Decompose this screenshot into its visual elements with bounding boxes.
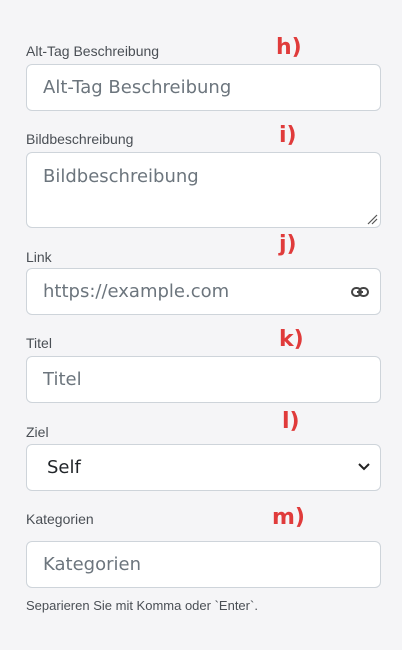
- kategorien-help-text: Separieren Sie mit Komma oder `Enter`.: [26, 598, 258, 613]
- bildbeschreibung-textarea[interactable]: [26, 152, 381, 228]
- alt-tag-label: Alt-Tag Beschreibung: [26, 43, 160, 59]
- ziel-select[interactable]: Self: [26, 444, 381, 491]
- bildbeschreibung-label: Bildbeschreibung: [26, 131, 134, 147]
- alt-tag-input[interactable]: [26, 64, 381, 111]
- marker-l: l): [282, 409, 300, 434]
- marker-j: j): [279, 232, 297, 257]
- ziel-label: Ziel: [26, 424, 49, 440]
- titel-label: Titel: [26, 335, 52, 351]
- link-label: Link: [26, 249, 52, 265]
- marker-h: h): [276, 35, 302, 60]
- titel-input[interactable]: [26, 356, 381, 403]
- marker-m: m): [272, 505, 305, 530]
- link-input[interactable]: [26, 268, 381, 315]
- marker-i: i): [279, 123, 297, 148]
- ziel-selected-value: Self: [47, 457, 81, 478]
- resize-grip-icon[interactable]: [366, 213, 378, 225]
- kategorien-label: Kategorien: [26, 511, 94, 527]
- kategorien-input[interactable]: [26, 541, 381, 588]
- link-icon: [351, 287, 369, 297]
- chevron-down-icon: [358, 463, 370, 471]
- marker-k: k): [279, 327, 304, 352]
- link-field-wrapper: [0, 268, 402, 315]
